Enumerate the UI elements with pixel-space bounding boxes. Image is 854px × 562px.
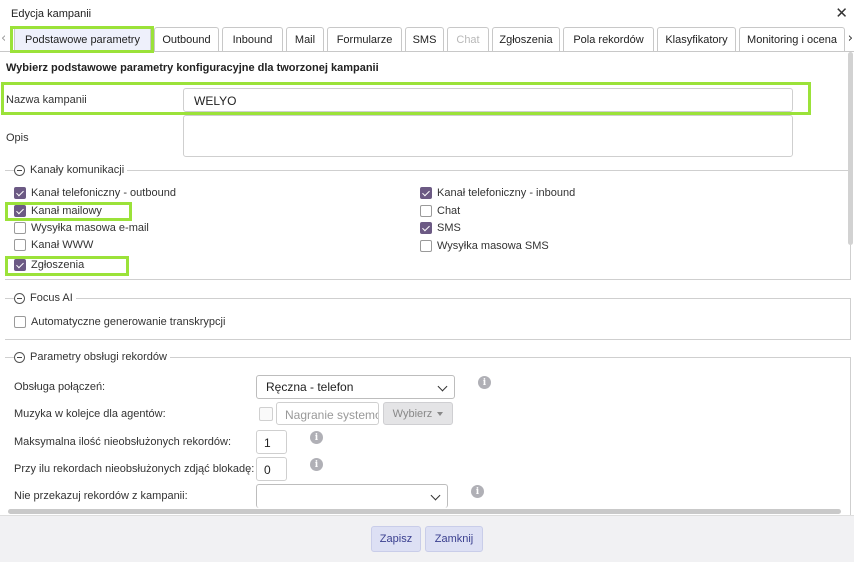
- close-button[interactable]: Zamknij: [425, 526, 483, 552]
- checkbox-chat-label: Chat: [437, 205, 461, 217]
- tab-outbound[interactable]: Outbound: [154, 27, 219, 51]
- unblock-threshold-input[interactable]: 0: [256, 457, 287, 481]
- tab-bar: ‹ Podstawowe parametry Outbound Inbound …: [0, 27, 854, 52]
- checkbox-www[interactable]: Kanał WWW: [14, 239, 93, 251]
- checkbox-www-box[interactable]: [14, 239, 26, 251]
- checkbox-chat[interactable]: Chat: [420, 205, 460, 217]
- checkbox-mail-box[interactable]: [14, 205, 26, 217]
- close-icon[interactable]: ✕: [835, 4, 848, 22]
- select-music-button[interactable]: Wybierz: [383, 402, 453, 425]
- checkbox-mass-sms[interactable]: Wysyłka masowa SMS: [420, 240, 549, 252]
- checkbox-tickets-label: Zgłoszenia: [31, 259, 85, 271]
- campaign-name-input[interactable]: WELYO: [183, 88, 793, 112]
- description-label: Opis: [6, 132, 29, 144]
- info-icon[interactable]: i: [310, 458, 323, 471]
- info-icon[interactable]: i: [478, 376, 491, 389]
- tab-sms[interactable]: SMS: [405, 27, 444, 51]
- horizontal-scrollbar-thumb[interactable]: [8, 509, 841, 514]
- channels-legend[interactable]: Kanały komunikacji: [14, 164, 128, 176]
- dialog-titlebar: Edycja kampanii ✕: [0, 0, 854, 28]
- dialog-title: Edycja kampanii: [11, 8, 92, 20]
- max-unhandled-label: Maksymalna ilość nieobsłużonych rekordów…: [14, 436, 232, 448]
- checkbox-mail-label: Kanał mailowy: [31, 205, 102, 217]
- collapse-icon[interactable]: [14, 351, 25, 363]
- checkbox-auto-transcription[interactable]: Automatyczne generowanie transkrypcji: [14, 316, 225, 328]
- queue-music-label: Muzyka w kolejce dla agentów:: [14, 408, 166, 420]
- checkbox-tickets[interactable]: Zgłoszenia: [14, 259, 84, 271]
- select-music-label: Wybierz: [392, 407, 433, 420]
- save-button[interactable]: Zapisz: [371, 526, 421, 552]
- focus-legend-text: Focus AI: [30, 292, 73, 304]
- checkbox-tickets-box[interactable]: [14, 259, 26, 271]
- calls-handling-select[interactable]: Ręczna - telefon: [256, 375, 455, 399]
- tab-mail[interactable]: Mail: [286, 27, 324, 51]
- vertical-scrollbar[interactable]: [846, 52, 854, 250]
- dialog-footer: Zapisz Zamknij: [0, 515, 854, 562]
- checkbox-inbound[interactable]: Kanał telefoniczny - inbound: [420, 187, 575, 199]
- queue-music-checkbox[interactable]: [259, 407, 273, 421]
- records-legend[interactable]: Parametry obsługi rekordów: [14, 351, 170, 363]
- info-icon[interactable]: i: [310, 431, 323, 444]
- focus-legend[interactable]: Focus AI: [14, 292, 76, 304]
- checkbox-sms-box[interactable]: [420, 222, 432, 234]
- tab-scroll-left-icon[interactable]: ‹: [1, 31, 6, 46]
- tab-inbound[interactable]: Inbound: [222, 27, 283, 51]
- tab-scroll-right-icon[interactable]: ›: [848, 31, 853, 46]
- checkbox-inbound-label: Kanał telefoniczny - inbound: [437, 187, 576, 199]
- collapse-icon[interactable]: [14, 164, 25, 176]
- calls-handling-label: Obsługa połączeń:: [14, 381, 106, 393]
- tab-monitoring[interactable]: Monitoring i ocena: [739, 27, 845, 51]
- tab-tickets[interactable]: Zgłoszenia: [492, 27, 560, 51]
- checkbox-mass-sms-box[interactable]: [420, 240, 432, 252]
- checkbox-mass-email-box[interactable]: [14, 222, 26, 234]
- tab-basic-params[interactable]: Podstawowe parametry: [14, 27, 151, 51]
- checkbox-www-label: Kanał WWW: [31, 239, 94, 251]
- checkbox-outbound-label: Kanał telefoniczny - outbound: [31, 187, 176, 199]
- description-textarea[interactable]: [183, 115, 793, 157]
- checkbox-outbound-box[interactable]: [14, 187, 26, 199]
- tab-forms[interactable]: Formularze: [327, 27, 402, 51]
- chevron-down-icon: [437, 381, 448, 392]
- checkbox-mass-email-label: Wysyłka masowa e-mail: [31, 222, 149, 234]
- checkbox-sms[interactable]: SMS: [420, 222, 461, 234]
- checkbox-sms-label: SMS: [437, 222, 461, 234]
- checkbox-chat-box[interactable]: [420, 205, 432, 217]
- section-heading: Wybierz podstawowe parametry konfiguracy…: [6, 62, 379, 74]
- unblock-threshold-label: Przy ilu rekordach nieobsłużonych zdjąć …: [14, 463, 255, 475]
- tab-record-fields[interactable]: Pola rekordów: [563, 27, 654, 51]
- vertical-scrollbar-thumb[interactable]: [848, 52, 853, 245]
- tab-chat: Chat: [447, 27, 489, 51]
- records-legend-text: Parametry obsługi rekordów: [30, 351, 167, 363]
- calls-handling-value: Ręczna - telefon: [266, 380, 354, 394]
- no-transfer-select[interactable]: [256, 484, 448, 508]
- checkbox-mail[interactable]: Kanał mailowy: [14, 205, 102, 217]
- info-icon[interactable]: i: [471, 485, 484, 498]
- checkbox-mass-sms-label: Wysyłka masowa SMS: [437, 240, 549, 252]
- checkbox-outbound[interactable]: Kanał telefoniczny - outbound: [14, 187, 176, 199]
- checkbox-inbound-box[interactable]: [420, 187, 432, 199]
- checkbox-mass-email[interactable]: Wysyłka masowa e-mail: [14, 222, 149, 234]
- checkbox-auto-transcription-box[interactable]: [14, 316, 26, 328]
- collapse-icon[interactable]: [14, 292, 25, 304]
- channels-legend-text: Kanały komunikacji: [30, 164, 125, 176]
- no-transfer-label: Nie przekazuj rekordów z kampanii:: [14, 490, 188, 502]
- caret-down-icon: [437, 411, 444, 416]
- tab-classifiers[interactable]: Klasyfikatory: [657, 27, 736, 51]
- horizontal-scrollbar[interactable]: [0, 508, 842, 515]
- campaign-name-label: Nazwa kampanii: [6, 94, 87, 106]
- max-unhandled-input[interactable]: 1: [256, 430, 287, 454]
- chevron-down-icon: [430, 490, 441, 501]
- checkbox-auto-transcription-label: Automatyczne generowanie transkrypcji: [31, 316, 226, 328]
- queue-music-input[interactable]: Nagranie systemowe: [276, 402, 379, 425]
